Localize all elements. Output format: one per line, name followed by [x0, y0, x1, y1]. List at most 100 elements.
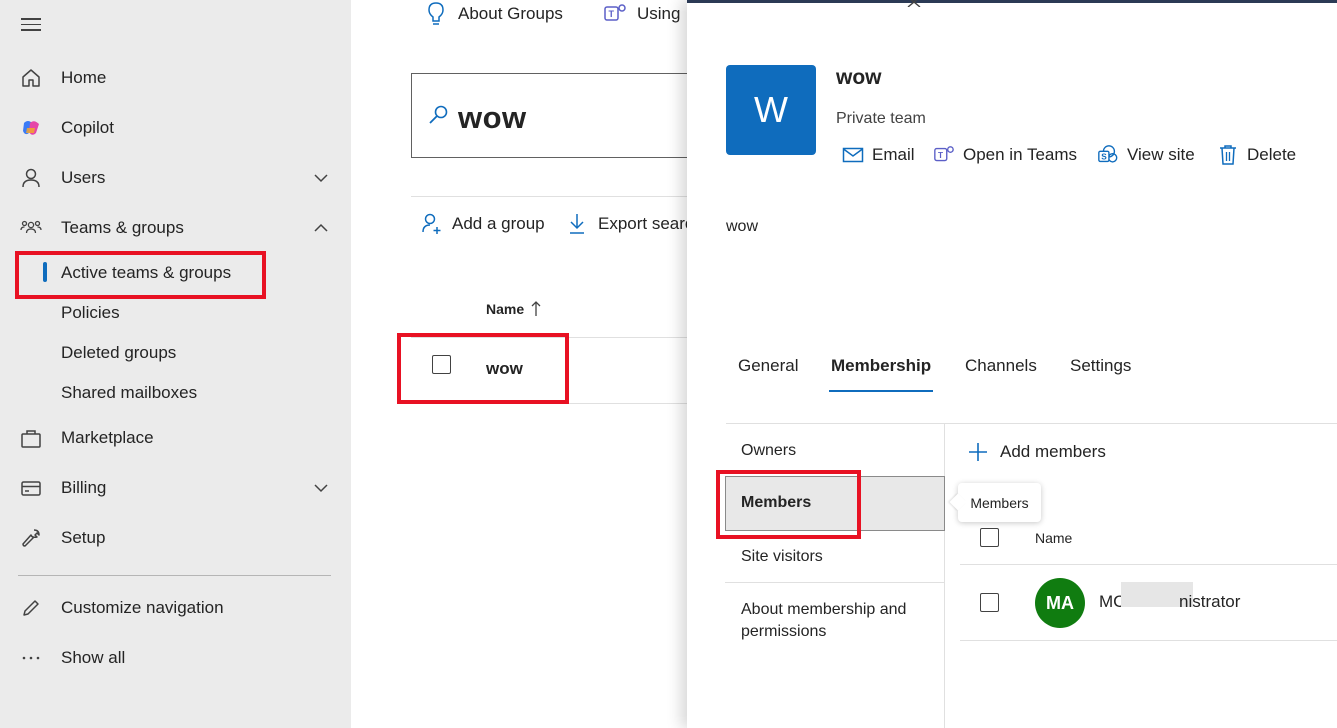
home-icon [19, 66, 43, 90]
about-groups-link[interactable]: About Groups [426, 2, 563, 26]
pencil-icon [19, 596, 43, 620]
add-members-label: Add members [1000, 442, 1106, 461]
chevron-down-icon[interactable] [311, 478, 331, 498]
nav-teams-groups-label: Teams & groups [61, 218, 184, 237]
nav-show-all-label: Show all [61, 648, 126, 667]
row-name[interactable]: wow [486, 359, 523, 379]
row-checkbox[interactable] [432, 355, 451, 374]
nav-copilot-label: Copilot [61, 118, 114, 137]
close-icon[interactable] [906, 0, 922, 8]
open-in-teams-label: Open in Teams [963, 145, 1078, 164]
tab-channels[interactable]: Channels [965, 356, 1037, 376]
nav-customize-navigation[interactable]: Customize navigation [0, 588, 351, 628]
copilot-icon [19, 116, 43, 140]
panel-subtitle: Private team [836, 110, 926, 127]
trash-icon [1217, 144, 1239, 166]
nav-deleted-groups[interactable]: Deleted groups [0, 335, 351, 371]
membership-nav-owners[interactable]: Owners [741, 440, 796, 462]
add-group-button[interactable]: Add a group [421, 212, 545, 236]
membership-nav-members[interactable]: Members [725, 476, 945, 531]
nav-teams-groups[interactable]: Teams & groups [0, 208, 351, 248]
sharepoint-icon: S [1097, 144, 1119, 166]
using-link[interactable]: T Using [603, 2, 680, 26]
avatar: MA [1035, 578, 1085, 628]
left-navigation: Home Copilot Users Teams & groups Active… [0, 0, 351, 728]
members-name-header[interactable]: Name [1035, 530, 1072, 546]
chevron-up-icon[interactable] [311, 218, 331, 238]
view-site-action[interactable]: S View site [1097, 143, 1195, 167]
toolbar-divider [411, 196, 687, 197]
svg-text:T: T [938, 151, 943, 160]
nav-policies-label: Policies [61, 303, 120, 322]
chevron-down-icon[interactable] [311, 168, 331, 188]
search-icon [426, 104, 450, 128]
tabs-divider [726, 423, 1337, 424]
teams-icon: T [603, 2, 627, 26]
main-content: About Groups T Using wow Add a group Exp… [351, 0, 687, 728]
person-icon [19, 166, 43, 190]
nav-policies[interactable]: Policies [0, 295, 351, 331]
group-avatar-tile: W [726, 65, 816, 155]
plus-icon [967, 440, 989, 464]
tab-general[interactable]: General [738, 356, 798, 376]
member-name-end[interactable]: nistrator [1179, 592, 1240, 612]
mail-icon [842, 144, 864, 166]
svg-text:T: T [609, 9, 615, 19]
nav-users[interactable]: Users [0, 158, 351, 198]
sort-ascending-icon [530, 300, 542, 318]
nav-marketplace[interactable]: Marketplace [0, 418, 351, 458]
nav-active-teams-groups-label: Active teams & groups [61, 263, 232, 282]
group-avatar-letter: W [754, 89, 788, 130]
add-person-icon [421, 212, 443, 236]
nav-copilot[interactable]: Copilot [0, 108, 351, 148]
table-row[interactable]: wow [411, 340, 687, 402]
nav-home-label: Home [61, 68, 107, 87]
export-label: Export searc [598, 214, 687, 233]
member-row-checkbox[interactable] [980, 593, 999, 612]
membership-nav-site-visitors[interactable]: Site visitors [741, 546, 823, 568]
active-tab-indicator [829, 390, 933, 392]
open-in-teams-action[interactable]: T Open in Teams [933, 143, 1077, 167]
view-site-label: View site [1127, 145, 1195, 164]
nav-show-all[interactable]: Show all [0, 638, 351, 678]
table-row-divider [411, 403, 687, 404]
nav-setup[interactable]: Setup [0, 518, 351, 558]
nav-billing-label: Billing [61, 478, 107, 497]
nav-setup-label: Setup [61, 528, 106, 547]
nav-shared-mailboxes-label: Shared mailboxes [61, 383, 198, 402]
tab-settings[interactable]: Settings [1070, 356, 1131, 376]
avatar-initials: MA [1046, 592, 1074, 613]
nav-shared-mailboxes[interactable]: Shared mailboxes [0, 375, 351, 411]
members-row-divider [960, 640, 1337, 641]
delete-action[interactable]: Delete [1217, 143, 1296, 167]
svg-text:S: S [1101, 153, 1107, 162]
panel-title: wow [836, 66, 882, 89]
shopping-bag-icon [19, 426, 43, 450]
more-horizontal-icon [19, 646, 43, 670]
membership-nav-members-label: Members [741, 494, 812, 511]
lightbulb-icon [426, 2, 446, 26]
name-column-header[interactable]: Name [486, 300, 542, 318]
nav-billing[interactable]: Billing [0, 468, 351, 508]
membership-nav-about[interactable]: About membership and permissions [741, 599, 931, 643]
nav-deleted-groups-label: Deleted groups [61, 343, 177, 362]
using-label: Using [637, 4, 681, 23]
table-header-divider [411, 337, 687, 338]
delete-label: Delete [1247, 145, 1297, 164]
nav-marketplace-label: Marketplace [61, 428, 154, 447]
email-action[interactable]: Email [842, 143, 915, 167]
select-all-checkbox[interactable] [980, 528, 999, 547]
search-input[interactable]: wow [411, 73, 687, 158]
nav-home[interactable]: Home [0, 58, 351, 98]
members-tooltip-text: Members [970, 494, 1029, 511]
add-members-button[interactable]: Add members [967, 440, 1106, 464]
add-group-label: Add a group [452, 214, 545, 233]
tab-membership[interactable]: Membership [831, 356, 931, 376]
export-button[interactable]: Export searc [567, 212, 687, 236]
wrench-icon [19, 526, 43, 550]
members-tooltip: Members [958, 483, 1041, 522]
download-icon [567, 212, 587, 236]
people-team-icon [19, 216, 43, 240]
nav-active-teams-groups[interactable]: Active teams & groups [0, 255, 351, 291]
hamburger-menu-icon[interactable] [21, 18, 41, 34]
